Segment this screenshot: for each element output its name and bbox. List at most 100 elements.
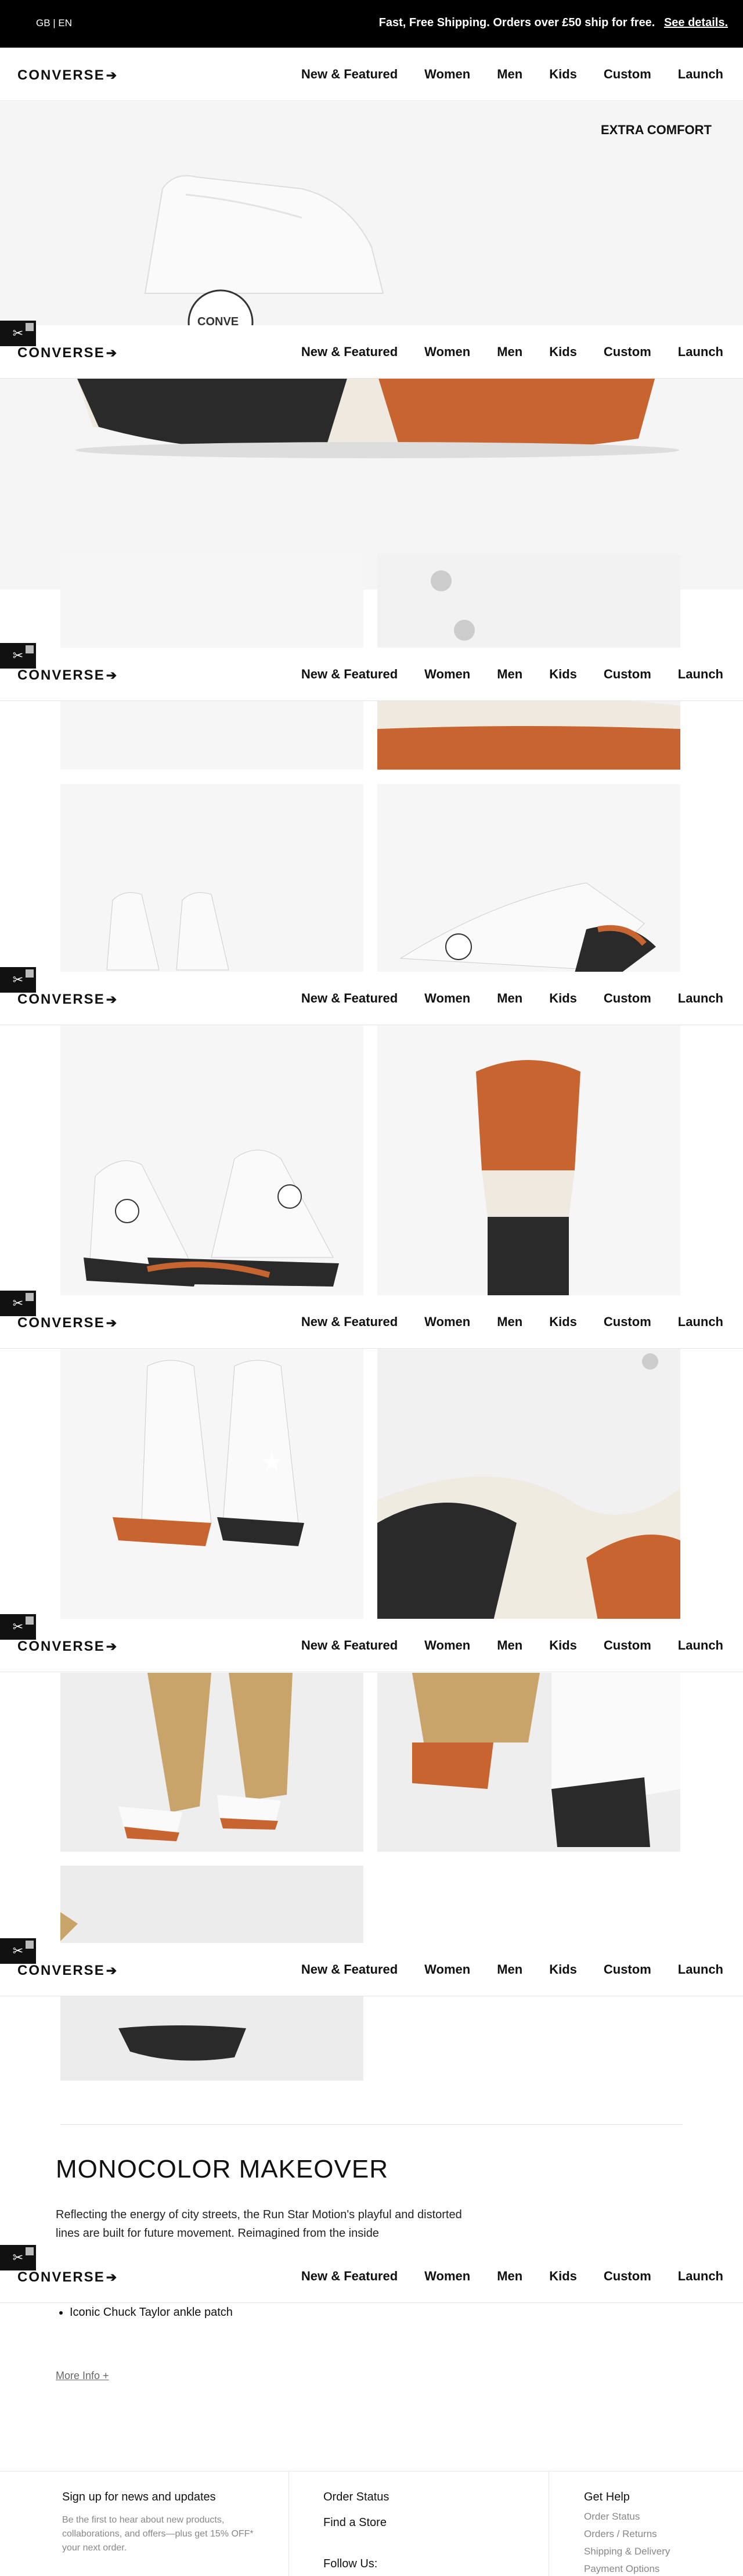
nav-new-featured[interactable]: New & Featured [301, 67, 398, 82]
nav-launch[interactable]: Launch [678, 1314, 723, 1330]
converse-logo[interactable]: CONVERSE➔ [17, 667, 117, 684]
get-help-title: Get Help [584, 2491, 630, 2503]
sticky-nav-6: ✂ CONVERSE➔ New & Featured Women Men Kid… [0, 1938, 743, 1996]
nav-new-featured[interactable]: New & Featured [301, 1638, 398, 1653]
logo-arrow-icon: ➔ [106, 992, 117, 1007]
logo-arrow-icon: ➔ [106, 68, 117, 82]
nav-launch[interactable]: Launch [678, 1962, 723, 1977]
nav-kids[interactable]: Kids [549, 991, 577, 1006]
hero-kicker: EXTRA COMFORT [600, 123, 712, 137]
feature-list: Iconic Chuck Taylor ankle patch [70, 2306, 233, 2319]
nav-new-featured[interactable]: New & Featured [301, 344, 398, 360]
logo-arrow-icon: ➔ [106, 2270, 117, 2284]
nav-women[interactable]: Women [424, 344, 470, 360]
converse-logo[interactable]: CONVERSE➔ [17, 1315, 117, 1331]
product-image-6[interactable] [377, 1025, 680, 1295]
dev-tool-icon[interactable]: ✂ [0, 2245, 36, 2270]
help-link-shipping[interactable]: Shipping & Delivery [584, 2546, 670, 2557]
converse-logo[interactable]: CONVERSE➔ [17, 1639, 117, 1655]
lifestyle-image-2[interactable] [377, 1673, 680, 1852]
sticky-nav-1: ✂ CONVERSE➔ New & Featured Women Men Kid… [0, 321, 743, 379]
locale-selector[interactable]: GB | EN [36, 17, 72, 29]
nav-women[interactable]: Women [424, 1962, 470, 1977]
lifestyle-image-1[interactable] [60, 1673, 363, 1852]
nav-men[interactable]: Men [497, 1638, 522, 1653]
nav-kids[interactable]: Kids [549, 67, 577, 82]
nav-kids[interactable]: Kids [549, 1638, 577, 1653]
dev-tool-icon[interactable]: ✂ [0, 1938, 36, 1964]
sticky-nav-2: ✂ CONVERSE➔ New & Featured Women Men Kid… [0, 643, 743, 701]
dev-tool-icon[interactable]: ✂ [0, 1614, 36, 1640]
nav-custom[interactable]: Custom [604, 2269, 651, 2284]
footer-find-store[interactable]: Find a Store [323, 2516, 387, 2530]
story-title: MONOCOLOR MAKEOVER [56, 2155, 388, 2183]
nav-launch[interactable]: Launch [678, 344, 723, 360]
help-link-returns[interactable]: Orders / Returns [584, 2528, 657, 2540]
nav-custom[interactable]: Custom [604, 991, 651, 1006]
nav-men[interactable]: Men [497, 67, 522, 82]
nav-women[interactable]: Women [424, 2269, 470, 2284]
nav-kids[interactable]: Kids [549, 1962, 577, 1977]
nav-men[interactable]: Men [497, 1962, 522, 1977]
logo-arrow-icon: ➔ [106, 1316, 117, 1330]
converse-logo[interactable]: CONVERSE➔ [17, 1963, 117, 1979]
dev-tool-icon[interactable]: ✂ [0, 643, 36, 669]
converse-logo[interactable]: CONVERSE➔ [17, 2269, 117, 2286]
nav-custom[interactable]: Custom [604, 1638, 651, 1653]
nav-men[interactable]: Men [497, 1314, 522, 1330]
nav-women[interactable]: Women [424, 1638, 470, 1653]
dev-tool-icon[interactable]: ✂ [0, 321, 36, 346]
nav-kids[interactable]: Kids [549, 667, 577, 682]
signup-title: Sign up for news and updates [62, 2491, 216, 2503]
nav-men[interactable]: Men [497, 2269, 522, 2284]
product-image-3[interactable] [60, 784, 363, 973]
logo-arrow-icon: ➔ [106, 346, 117, 360]
sticky-nav-5: ✂ CONVERSE➔ New & Featured Women Men Kid… [0, 1614, 743, 1672]
nav-custom[interactable]: Custom [604, 1962, 651, 1977]
nav-women[interactable]: Women [424, 1314, 470, 1330]
nav-kids[interactable]: Kids [549, 1314, 577, 1330]
nav-new-featured[interactable]: New & Featured [301, 2269, 398, 2284]
nav-launch[interactable]: Launch [678, 1638, 723, 1653]
more-info-link[interactable]: More Info + [56, 2370, 109, 2382]
nav-women[interactable]: Women [424, 991, 470, 1006]
nav-custom[interactable]: Custom [604, 344, 651, 360]
nav-new-featured[interactable]: New & Featured [301, 1314, 398, 1330]
help-link-order-status[interactable]: Order Status [584, 2511, 640, 2523]
product-image-5[interactable] [60, 1025, 363, 1295]
nav-launch[interactable]: Launch [678, 667, 723, 682]
product-image-8[interactable] [377, 1349, 680, 1621]
converse-logo[interactable]: CONVERSE➔ [17, 345, 117, 361]
promo-details-link[interactable]: See details. [664, 16, 728, 29]
help-link-payment[interactable]: Payment Options [584, 2563, 659, 2575]
nav-new-featured[interactable]: New & Featured [301, 1962, 398, 1977]
nav-launch[interactable]: Launch [678, 2269, 723, 2284]
nav-launch[interactable]: Launch [678, 67, 723, 82]
list-item: Iconic Chuck Taylor ankle patch [70, 2306, 233, 2319]
dev-tool-icon[interactable]: ✂ [0, 967, 36, 993]
promo-message: Fast, Free Shipping. Orders over £50 shi… [379, 16, 728, 30]
converse-logo[interactable]: CONVERSE➔ [17, 991, 117, 1008]
converse-logo[interactable]: CONVERSE➔ [17, 67, 117, 84]
nav-new-featured[interactable]: New & Featured [301, 991, 398, 1006]
product-image-4[interactable] [377, 784, 680, 973]
nav-women[interactable]: Women [424, 667, 470, 682]
nav-new-featured[interactable]: New & Featured [301, 667, 398, 682]
nav-custom[interactable]: Custom [604, 1314, 651, 1330]
dev-tool-icon[interactable]: ✂ [0, 1291, 36, 1316]
nav-women[interactable]: Women [424, 67, 470, 82]
nav-kids[interactable]: Kids [549, 344, 577, 360]
nav-kids[interactable]: Kids [549, 2269, 577, 2284]
sticky-nav-3: ✂ CONVERSE➔ New & Featured Women Men Kid… [0, 967, 743, 1025]
sticky-nav-4: ✂ CONVERSE➔ New & Featured Women Men Kid… [0, 1291, 743, 1349]
nav-custom[interactable]: Custom [604, 67, 651, 82]
nav-launch[interactable]: Launch [678, 991, 723, 1006]
product-image-7[interactable]: ★ [60, 1349, 363, 1621]
section-divider [60, 2124, 683, 2125]
footer-order-status[interactable]: Order Status [323, 2491, 389, 2504]
nav-custom[interactable]: Custom [604, 667, 651, 682]
nav-men[interactable]: Men [497, 667, 522, 682]
nav-men[interactable]: Men [497, 991, 522, 1006]
main-nav: CONVERSE➔ New & Featured Women Men Kids … [0, 48, 743, 101]
nav-men[interactable]: Men [497, 344, 522, 360]
